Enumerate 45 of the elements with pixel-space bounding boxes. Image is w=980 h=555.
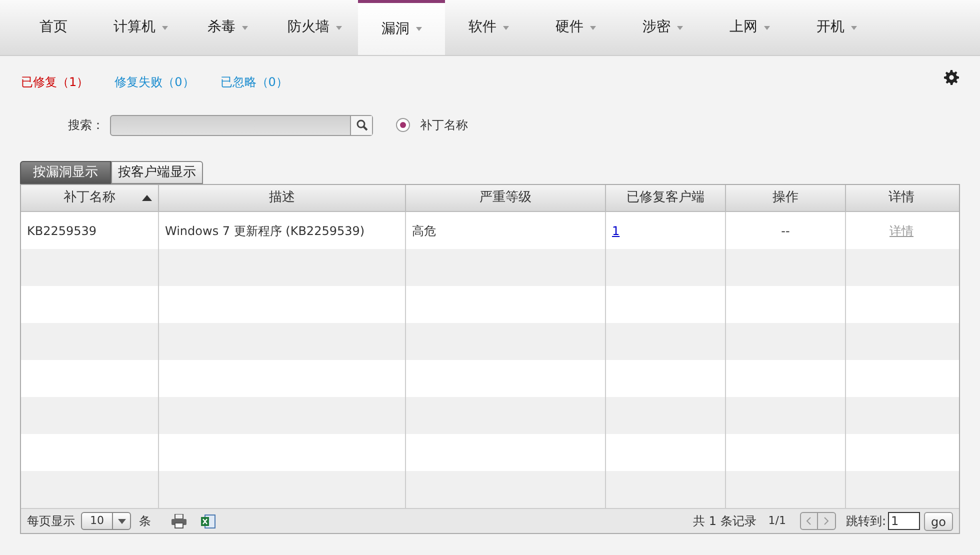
- nav-tab[interactable]: 上网: [706, 0, 793, 55]
- column-header[interactable]: 已修复客户端: [606, 185, 726, 211]
- spreadsheet-icon[interactable]: [201, 514, 216, 528]
- radio-button[interactable]: [396, 118, 410, 132]
- view-tab[interactable]: 按客户端显示: [111, 161, 203, 184]
- sort-ascending-icon: [142, 195, 152, 201]
- view-tab[interactable]: 按漏洞显示: [20, 161, 111, 184]
- nav-tab[interactable]: 开机: [793, 0, 880, 55]
- column-header[interactable]: 详情: [846, 185, 957, 211]
- chevron-right-icon: [824, 517, 829, 525]
- settings-icon[interactable]: [944, 70, 959, 85]
- nav-tab[interactable]: 首页: [10, 0, 97, 55]
- caret-icon: [118, 518, 126, 524]
- table-cell-text: Windows 7 更新程序 (KB2259539): [165, 222, 365, 240]
- table-cell-text: KB2259539: [27, 222, 97, 240]
- nav-tab[interactable]: 防火墙: [271, 0, 358, 55]
- filter-link[interactable]: 已修复（1）: [21, 73, 89, 89]
- nav-tab[interactable]: 涉密: [619, 0, 706, 55]
- record-count: 共 1 条记录: [693, 513, 756, 530]
- nav-tab[interactable]: 计算机: [97, 0, 184, 55]
- chevron-left-icon: [806, 517, 812, 525]
- column-header[interactable]: 补丁名称: [21, 185, 159, 211]
- page-indicator: 1/1: [768, 512, 786, 529]
- jump-label: 跳转到:: [846, 513, 886, 530]
- column-header[interactable]: 操作: [726, 185, 846, 211]
- search-field[interactable]: [110, 114, 373, 136]
- go-button[interactable]: go: [924, 512, 953, 530]
- search-icon: [356, 119, 368, 131]
- nav-tab[interactable]: 漏洞: [358, 0, 445, 55]
- radio-label: 补丁名称: [420, 117, 468, 134]
- nav-tab[interactable]: 硬件: [532, 0, 619, 55]
- table-cell-text: 高危: [412, 222, 436, 240]
- printer-icon[interactable]: [171, 514, 187, 528]
- per-page-label: 每页显示: [27, 513, 75, 530]
- search-label: 搜索：: [68, 117, 105, 134]
- nav-tab[interactable]: 软件: [445, 0, 532, 55]
- link[interactable]: 1: [612, 222, 620, 240]
- page-input[interactable]: 1: [888, 512, 920, 530]
- column-header[interactable]: 严重等级: [406, 185, 606, 211]
- table-cell-text: --: [781, 222, 790, 240]
- per-page-unit: 条: [139, 513, 151, 530]
- column-header[interactable]: 描述: [159, 185, 406, 211]
- search-button[interactable]: [350, 116, 372, 134]
- per-page-select[interactable]: 10: [81, 512, 131, 530]
- nav-tab[interactable]: 杀毒: [184, 0, 271, 55]
